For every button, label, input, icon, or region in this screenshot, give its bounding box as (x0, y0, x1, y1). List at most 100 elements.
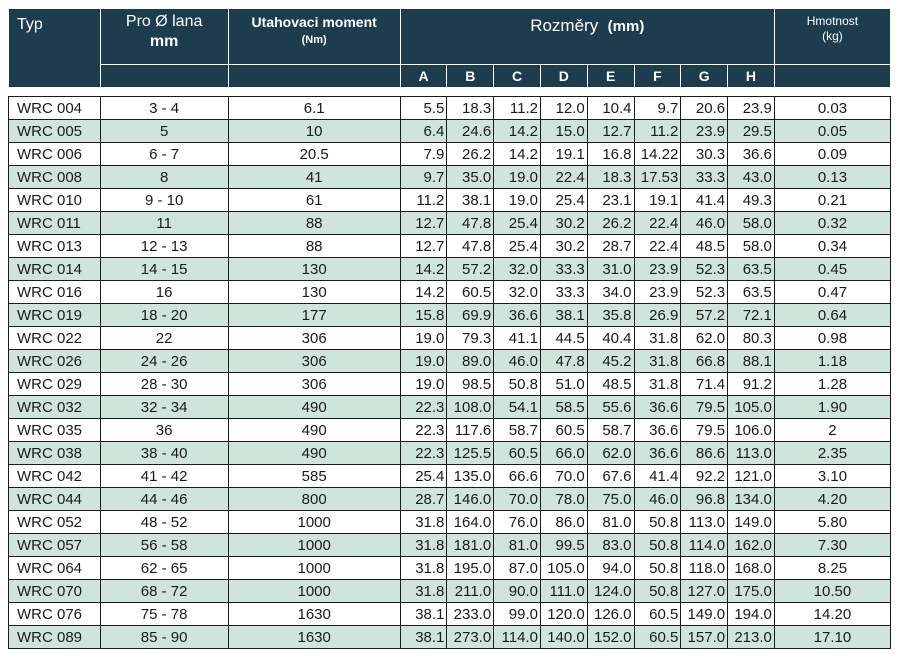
cell-e: 83.0 (586, 533, 635, 557)
cell-e: 55.6 (586, 395, 635, 419)
cell-b: 108.0 (446, 395, 495, 419)
cell-utahovaci: 61 (227, 188, 401, 212)
cell-pro-lana: 22 (99, 326, 229, 350)
cell-h: 149.0 (727, 510, 775, 534)
cell-utahovaci: 306 (227, 326, 401, 350)
cell-utahovaci: 490 (227, 395, 401, 419)
cell-hmotnost: 7.30 (773, 533, 892, 557)
cell-d: 105.0 (539, 556, 588, 580)
cell-g: 33.3 (680, 165, 729, 189)
cell-h: 106.0 (727, 418, 775, 442)
cell-h: 36.6 (727, 142, 775, 166)
cell-utahovaci: 130 (227, 257, 401, 281)
table-row: WRC 064 62 - 65 1000 31.8 195.0 87.0 105.0 94.0… (8, 556, 892, 580)
cell-e: 75.0 (586, 487, 635, 511)
cell-f: 36.6 (633, 395, 682, 419)
cell-e: 58.7 (586, 418, 635, 442)
cell-f: 50.8 (633, 533, 682, 557)
cell-d: 86.0 (539, 510, 588, 534)
cell-h: 105.0 (727, 395, 775, 419)
cell-g: 48.5 (680, 234, 729, 258)
cell-b: 164.0 (446, 510, 495, 534)
cell-h: 88.1 (727, 349, 775, 373)
header-dim-b: B (446, 64, 495, 88)
cell-h: 162.0 (727, 533, 775, 557)
cell-c: 11.2 (493, 96, 541, 120)
cell-typ: WRC 013 (8, 234, 101, 258)
cell-a: 11.2 (399, 188, 448, 212)
cell-a: 31.8 (399, 510, 448, 534)
header-utahovaci-label: Utahovaci moment (251, 14, 377, 30)
cell-d: 47.8 (539, 349, 588, 373)
cell-c: 54.1 (493, 395, 541, 419)
cell-h: 72.1 (727, 303, 775, 327)
cell-g: 157.0 (680, 625, 729, 649)
cell-a: 31.8 (399, 533, 448, 557)
cell-typ: WRC 089 (8, 625, 101, 649)
header-hmotnost: Hmotnost (kg) (773, 8, 892, 65)
cell-a: 15.8 (399, 303, 448, 327)
cell-hmotnost: 0.09 (773, 142, 892, 166)
cell-e: 18.3 (586, 165, 635, 189)
cell-pro-lana: 32 - 34 (99, 395, 229, 419)
cell-e: 26.2 (586, 211, 635, 235)
cell-typ: WRC 029 (8, 372, 101, 396)
cell-typ: WRC 070 (8, 579, 101, 603)
table-row: WRC 005 5 10 6.4 24.6 14.2 15.0 12.7 11.2 23.9 29.… (8, 119, 892, 143)
cell-a: 31.8 (399, 556, 448, 580)
cell-c: 66.6 (493, 464, 541, 488)
table-row: WRC 029 28 - 30 306 19.0 98.5 50.8 51.0 48.5 31.… (8, 372, 892, 396)
cell-f: 50.8 (633, 556, 682, 580)
cell-pro-lana: 24 - 26 (99, 349, 229, 373)
cell-utahovaci: 800 (227, 487, 401, 511)
table-row: WRC 038 38 - 40 490 22.3 125.5 60.5 66.0 62.0 36… (8, 441, 892, 465)
table-row: WRC 022 22 306 19.0 79.3 41.1 44.5 40.4 31.8 62.0… (8, 326, 892, 350)
cell-utahovaci: 490 (227, 418, 401, 442)
cell-g: 114.0 (680, 533, 729, 557)
cell-typ: WRC 011 (8, 211, 101, 235)
cell-e: 152.0 (586, 625, 635, 649)
cell-utahovaci: 585 (227, 464, 401, 488)
cell-hmotnost: 1.18 (773, 349, 892, 373)
table-row: WRC 052 48 - 52 1000 31.8 164.0 76.0 86.0 81.0 5… (8, 510, 892, 534)
cell-f: 31.8 (633, 349, 682, 373)
cell-e: 23.1 (586, 188, 635, 212)
cell-hmotnost: 0.34 (773, 234, 892, 258)
cell-hmotnost: 0.21 (773, 188, 892, 212)
cell-typ: WRC 006 (8, 142, 101, 166)
cell-h: 80.3 (727, 326, 775, 350)
header-rozmery-unit: (mm) (607, 18, 645, 35)
cell-b: 211.0 (446, 579, 495, 603)
cell-d: 19.1 (539, 142, 588, 166)
cell-utahovaci: 306 (227, 372, 401, 396)
cell-b: 195.0 (446, 556, 495, 580)
cell-pro-lana: 16 (99, 280, 229, 304)
cell-g: 71.4 (680, 372, 729, 396)
cell-utahovaci: 88 (227, 211, 401, 235)
table-row: WRC 010 9 - 10 61 11.2 38.1 19.0 25.4 23.1 19.1 4… (8, 188, 892, 212)
spec-table: Typ Pro Ø lana mm Utahovaci moment (Nm) … (8, 8, 892, 649)
cell-pro-lana: 12 - 13 (99, 234, 229, 258)
cell-f: 60.5 (633, 602, 682, 626)
cell-d: 12.0 (539, 96, 588, 120)
cell-b: 57.2 (446, 257, 495, 281)
header-dim-f: F (633, 64, 682, 88)
header-utahovaci: Utahovaci moment (Nm) (227, 8, 401, 65)
cell-hmotnost: 2.35 (773, 441, 892, 465)
cell-c: 81.0 (493, 533, 541, 557)
cell-g: 52.3 (680, 280, 729, 304)
cell-f: 19.1 (633, 188, 682, 212)
cell-b: 69.9 (446, 303, 495, 327)
cell-b: 18.3 (446, 96, 495, 120)
cell-utahovaci: 6.1 (227, 96, 401, 120)
cell-a: 38.1 (399, 602, 448, 626)
cell-d: 15.0 (539, 119, 588, 143)
cell-g: 79.5 (680, 418, 729, 442)
cell-pro-lana: 75 - 78 (99, 602, 229, 626)
cell-d: 30.2 (539, 211, 588, 235)
cell-d: 25.4 (539, 188, 588, 212)
cell-e: 34.0 (586, 280, 635, 304)
cell-typ: WRC 005 (8, 119, 101, 143)
cell-h: 113.0 (727, 441, 775, 465)
cell-h: 91.2 (727, 372, 775, 396)
